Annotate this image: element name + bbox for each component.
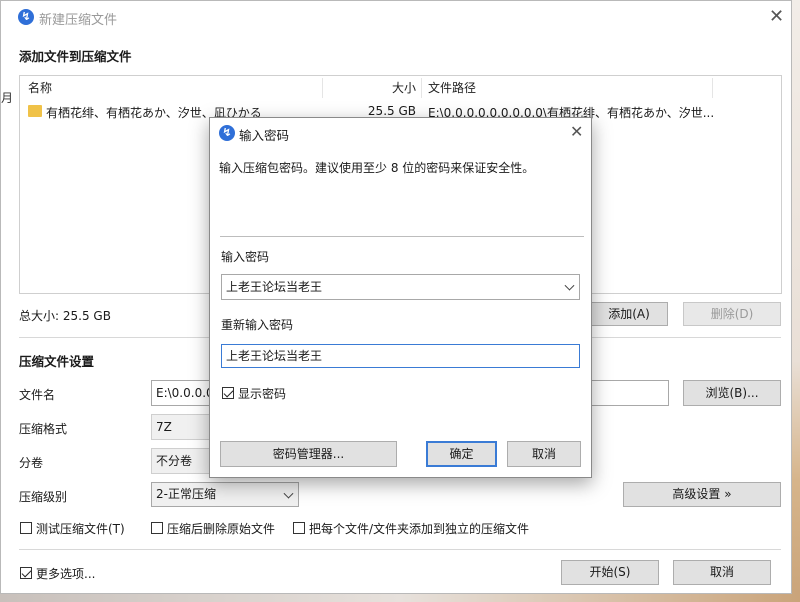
level-label: 压缩级别 <box>19 490 68 504</box>
dialog-title: 输入密码 <box>239 128 290 143</box>
window-title: 新建压缩文件 <box>39 13 118 28</box>
start-button[interactable]: 开始(S) <box>561 560 659 585</box>
section-settings-title: 压缩文件设置 <box>19 354 95 369</box>
more-options-checkbox[interactable] <box>20 567 32 579</box>
level-value: 2-正常压缩 <box>156 487 216 501</box>
repeat-password-input[interactable]: 上老王论坛当老王 <box>221 344 580 368</box>
dialog-hint: 输入压缩包密码。建议使用至少 8 位的密码来保证安全性。 <box>219 161 535 175</box>
section-add-files-title: 添加文件到压缩文件 <box>19 49 132 64</box>
row-size: 25.5 GB <box>367 104 416 118</box>
chevron-down-icon <box>283 488 294 499</box>
cancel-button[interactable]: 取消 <box>673 560 771 585</box>
column-separator <box>421 78 422 98</box>
delete-after-label: 压缩后删除原始文件 <box>167 521 276 536</box>
left-edge-char: 月 <box>1 91 14 105</box>
column-separator <box>322 78 323 98</box>
add-button[interactable]: 添加(A) <box>590 302 668 326</box>
dialog-divider <box>220 236 584 237</box>
split-value: 不分卷 <box>156 454 193 468</box>
split-label: 分卷 <box>19 456 44 470</box>
repeat-password-label: 重新输入密码 <box>221 318 294 332</box>
each-separate-option[interactable]: 把每个文件/文件夹添加到独立的压缩文件 <box>293 521 530 536</box>
each-separate-label: 把每个文件/文件夹添加到独立的压缩文件 <box>309 521 530 536</box>
advanced-settings-button[interactable]: 高级设置 » <box>623 482 781 507</box>
dialog-logo-icon: ↯ <box>219 125 235 141</box>
browse-button[interactable]: 浏览(B)... <box>683 380 781 406</box>
folder-icon <box>28 105 42 117</box>
show-password-option[interactable]: 显示密码 <box>222 386 287 401</box>
app-logo-icon: ↯ <box>18 9 34 25</box>
delete-after-option[interactable]: 压缩后删除原始文件 <box>151 521 276 536</box>
column-separator <box>712 78 713 98</box>
test-archive-label: 测试压缩文件(T) <box>36 521 125 536</box>
password-label: 输入密码 <box>221 250 270 264</box>
total-size: 总大小: 25.5 GB <box>19 309 111 323</box>
window-titlebar: ↯ 新建压缩文件 ✕ <box>1 1 791 33</box>
section-divider <box>19 549 781 550</box>
column-path-header[interactable]: 文件路径 <box>428 76 476 100</box>
delete-button[interactable]: 删除(D) <box>683 302 781 326</box>
filename-label: 文件名 <box>19 388 56 402</box>
password-dialog: ↯ 输入密码 ✕ 输入压缩包密码。建议使用至少 8 位的密码来保证安全性。 输入… <box>209 117 592 478</box>
show-password-checkbox[interactable] <box>222 387 234 399</box>
more-options-label: 更多选项... <box>36 566 96 581</box>
dialog-cancel-button[interactable]: 取消 <box>507 441 581 467</box>
ok-button[interactable]: 确定 <box>426 441 497 467</box>
chevron-down-icon[interactable] <box>564 280 575 291</box>
format-label: 压缩格式 <box>19 422 68 436</box>
dialog-close-icon[interactable]: ✕ <box>570 123 583 141</box>
password-manager-button[interactable]: 密码管理器... <box>220 441 397 467</box>
format-value: 7Z <box>156 420 172 434</box>
column-size-header[interactable]: 大小 <box>360 76 416 100</box>
password-value: 上老王论坛当老王 <box>226 280 323 294</box>
each-separate-checkbox[interactable] <box>293 522 305 534</box>
level-select[interactable]: 2-正常压缩 <box>151 482 299 507</box>
more-options-option[interactable]: 更多选项... <box>20 566 96 581</box>
show-password-label: 显示密码 <box>238 386 287 401</box>
password-input[interactable]: 上老王论坛当老王 <box>221 274 580 300</box>
delete-after-checkbox[interactable] <box>151 522 163 534</box>
column-name-header[interactable]: 名称 <box>28 76 52 100</box>
test-archive-checkbox[interactable] <box>20 522 32 534</box>
test-archive-option[interactable]: 测试压缩文件(T) <box>20 521 125 536</box>
window-close-icon[interactable]: ✕ <box>769 8 784 26</box>
